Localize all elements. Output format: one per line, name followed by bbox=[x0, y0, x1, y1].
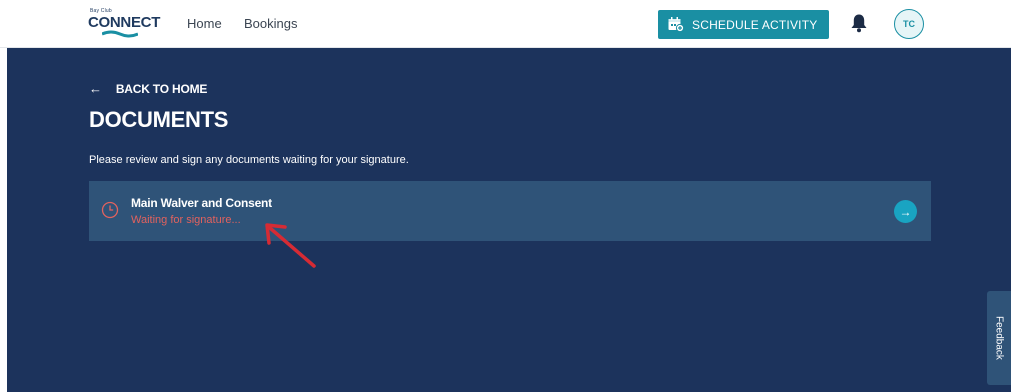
document-title: Main Walver and Consent bbox=[131, 196, 272, 210]
logo[interactable]: Bay Club CONNECT bbox=[88, 8, 160, 40]
main-content: ← BACK TO HOME DOCUMENTS Please review a… bbox=[7, 48, 1011, 392]
annotation-arrow-icon bbox=[265, 223, 316, 268]
clock-icon bbox=[101, 201, 119, 219]
schedule-activity-label: SCHEDULE ACTIVITY bbox=[692, 17, 818, 32]
feedback-label: Feedback bbox=[993, 316, 1005, 360]
back-to-home-link[interactable]: ← BACK TO HOME bbox=[89, 81, 207, 96]
avatar[interactable]: TC bbox=[894, 9, 924, 39]
bell-icon[interactable] bbox=[850, 13, 868, 33]
intro-text: Please review and sign any documents wai… bbox=[89, 154, 409, 166]
feedback-tab[interactable]: Feedback bbox=[987, 291, 1011, 385]
top-navbar: Bay Club CONNECT Home Bookings SCHEDULE … bbox=[0, 0, 1011, 48]
nav-home-link[interactable]: Home bbox=[187, 16, 222, 31]
schedule-activity-button[interactable]: SCHEDULE ACTIVITY bbox=[658, 10, 829, 39]
logo-wave-icon bbox=[102, 30, 138, 38]
back-to-home-label: BACK TO HOME bbox=[115, 81, 208, 96]
document-status: Waiting for signature... bbox=[131, 214, 241, 226]
arrow-left-icon: ← bbox=[89, 81, 102, 96]
document-card[interactable]: Main Walver and Consent Waiting for sign… bbox=[89, 181, 931, 241]
arrow-right-icon[interactable]: → bbox=[894, 200, 917, 223]
page-title: DOCUMENTS bbox=[89, 107, 229, 132]
calendar-plus-icon bbox=[668, 17, 684, 32]
avatar-initials: TC bbox=[903, 19, 915, 29]
logo-text: CONNECT bbox=[88, 14, 161, 31]
nav-bookings-link[interactable]: Bookings bbox=[244, 16, 297, 31]
